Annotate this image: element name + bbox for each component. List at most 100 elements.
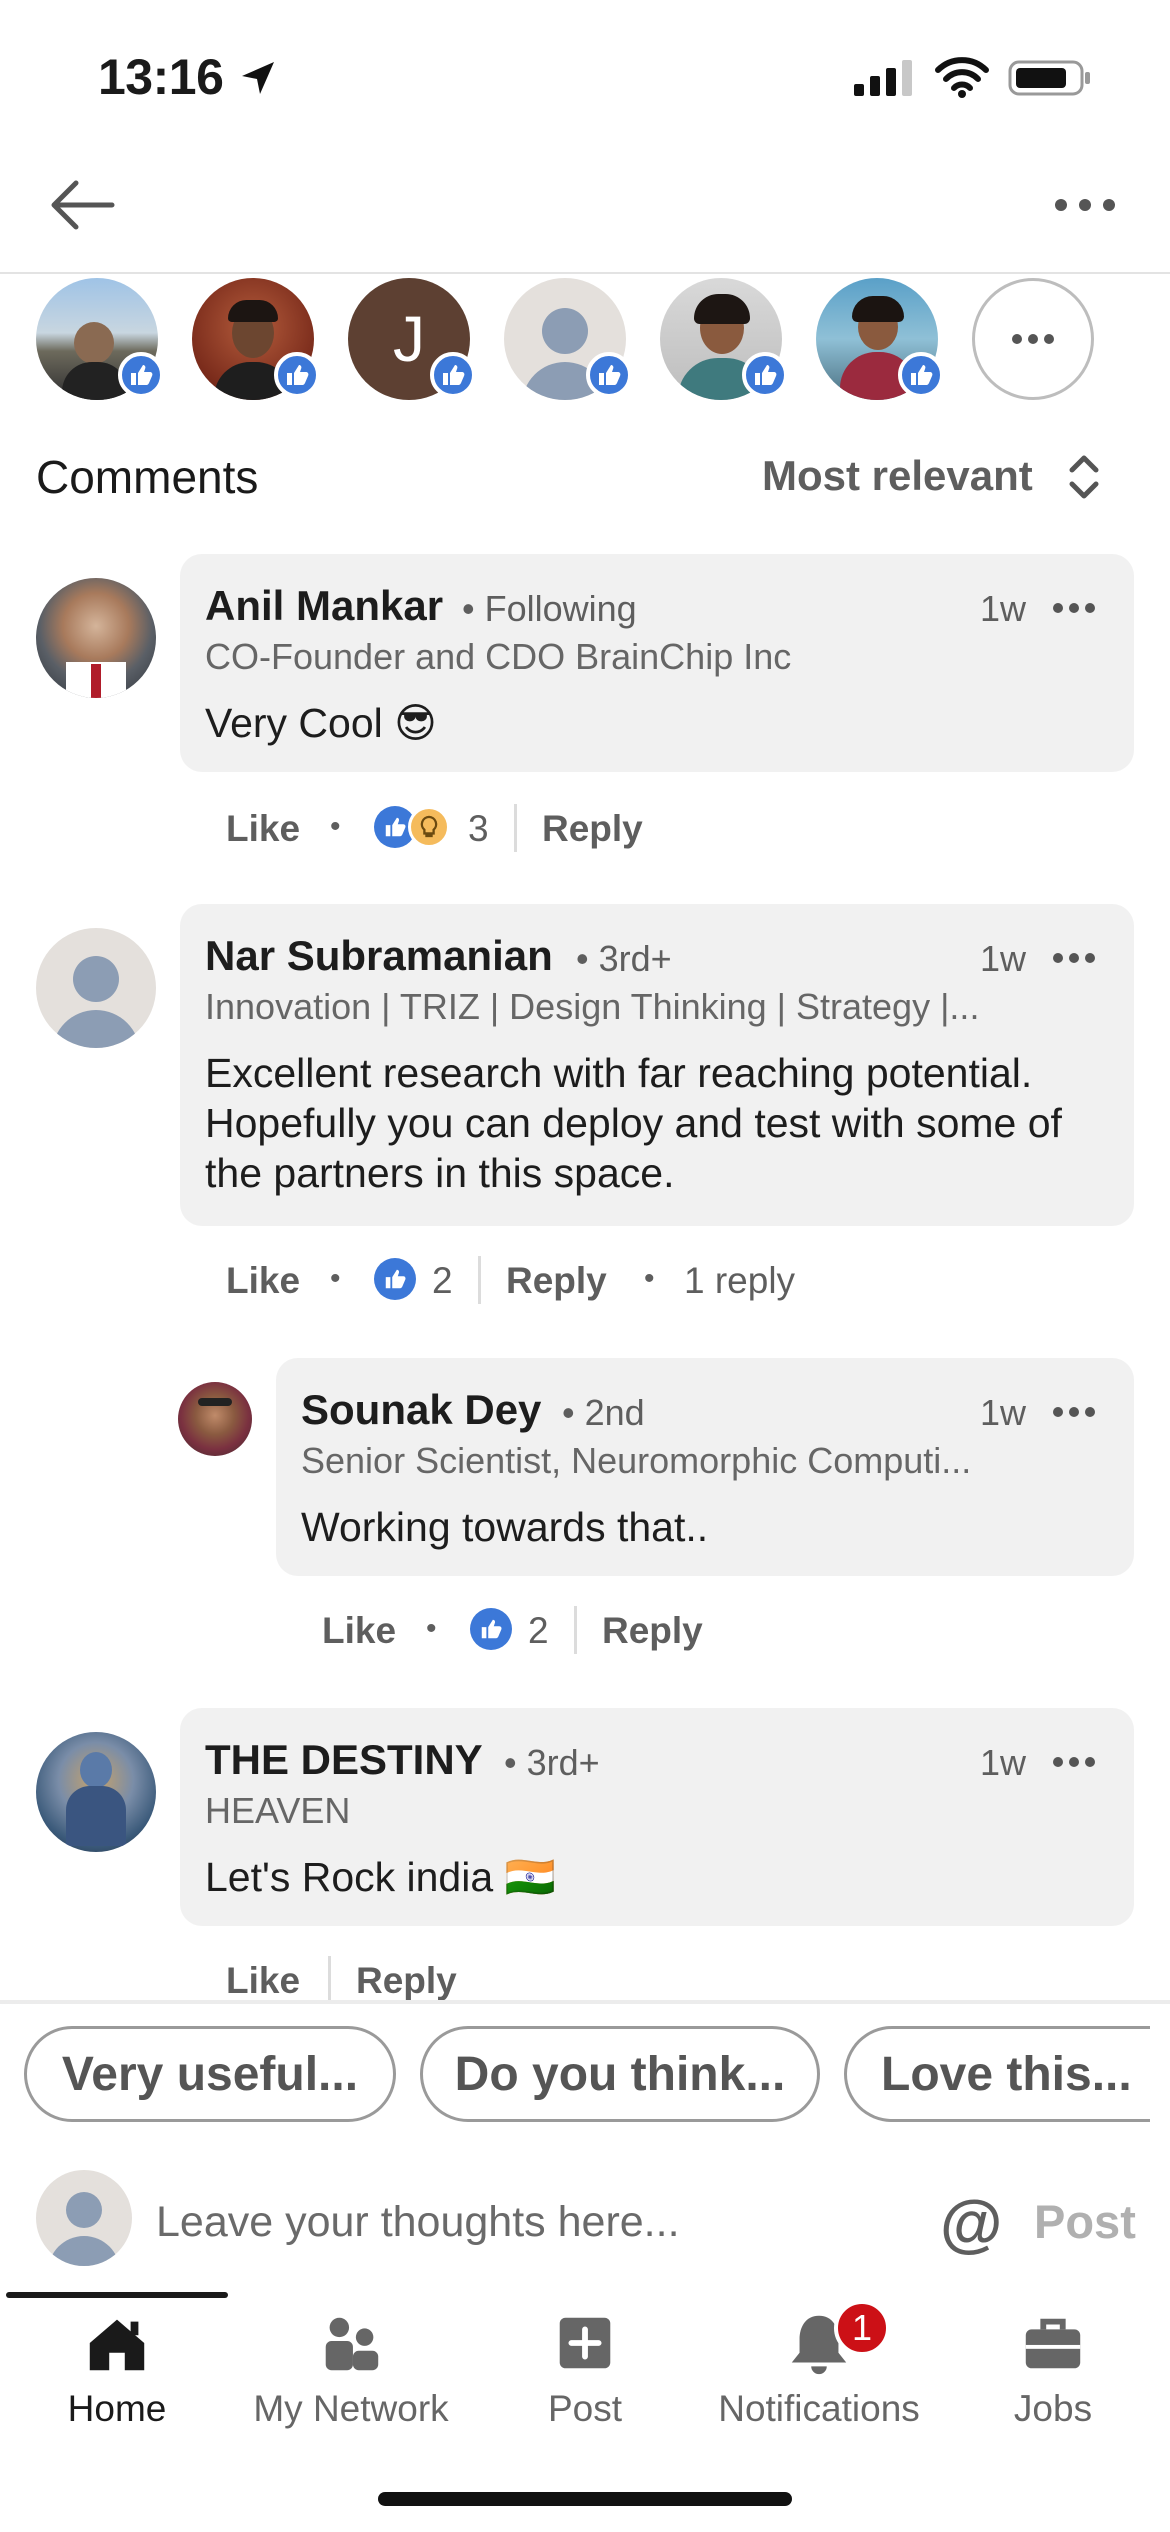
reply-button[interactable]: Reply — [356, 1960, 457, 2002]
reactor-avatar[interactable] — [192, 278, 320, 400]
back-arrow-icon[interactable] — [46, 175, 118, 235]
separator-dot: • — [644, 1262, 655, 1295]
comment-more-icon[interactable] — [1052, 601, 1096, 615]
like-badge-icon — [118, 352, 164, 398]
insightful-reaction-icon — [408, 806, 450, 848]
comments-title: Comments — [36, 451, 259, 503]
commenter-avatar[interactable] — [178, 1382, 252, 1456]
notification-badge: 1 — [834, 2300, 890, 2356]
separator-dot: • — [426, 1612, 437, 1645]
comment-text: Working towards that.. — [301, 1504, 709, 1550]
like-badge-icon — [430, 352, 476, 398]
location-arrow-icon — [242, 62, 274, 94]
suggestion-chip[interactable]: Do you think... — [420, 2026, 820, 2122]
like-reaction-icon — [374, 1258, 416, 1300]
nav-jobs[interactable]: Jobs — [936, 2300, 1170, 2430]
nav-home[interactable]: Home — [0, 2300, 234, 2430]
like-button[interactable]: Like — [226, 808, 300, 850]
comment-time: 1w — [980, 588, 1027, 629]
comment-time: 1w — [980, 1392, 1027, 1433]
header-divider — [0, 272, 1170, 274]
commenter-name[interactable]: THE DESTINY — [205, 1736, 483, 1784]
sort-chevrons-icon[interactable] — [1064, 448, 1104, 506]
comment-more-icon[interactable] — [1052, 1405, 1096, 1419]
comment-text: Very Cool 😎 — [205, 700, 437, 746]
suggestion-chip[interactable]: Love this... — [844, 2026, 1150, 2122]
active-tab-indicator — [6, 2292, 228, 2298]
connection-degree: • Following — [462, 588, 637, 629]
reply-button[interactable]: Reply — [506, 1260, 607, 1302]
comment-time: 1w — [980, 938, 1027, 979]
like-reaction-icon — [470, 1608, 512, 1650]
briefcase-icon — [1025, 2318, 1081, 2369]
home-indicator — [378, 2492, 792, 2506]
nav-label: Jobs — [1013, 2388, 1093, 2429]
replies-link[interactable]: 1 reply — [684, 1260, 795, 1302]
signal-icon — [854, 60, 912, 96]
nav-notifications[interactable]: 1 Notifications — [702, 2300, 936, 2430]
comment-text: Let's Rock india 🇮🇳 — [205, 1854, 556, 1900]
comment-more-icon[interactable] — [1052, 1755, 1096, 1769]
nav-label: My Network — [253, 2388, 449, 2429]
reactor-avatar[interactable] — [504, 278, 632, 400]
reactor-avatar[interactable] — [816, 278, 944, 400]
reactor-avatar[interactable]: J — [348, 278, 476, 400]
reply-button[interactable]: Reply — [602, 1610, 703, 1652]
comment-input[interactable] — [156, 2190, 896, 2254]
like-button[interactable]: Like — [226, 1260, 300, 1302]
avatar-initial: J — [393, 303, 425, 375]
suggestion-chip[interactable]: Very useful... — [24, 2026, 396, 2122]
wifi-icon — [935, 57, 989, 98]
comment-more-icon[interactable] — [1052, 951, 1096, 965]
commenter-avatar[interactable] — [36, 578, 156, 698]
reaction-count[interactable]: 2 — [528, 1610, 549, 1652]
status-time: 13:16 — [98, 49, 224, 105]
sort-dropdown[interactable]: Most relevant — [762, 452, 1033, 500]
action-divider — [574, 1606, 577, 1654]
nav-label: Home — [67, 2388, 167, 2429]
action-divider — [328, 1956, 331, 2004]
commenter-headline: Senior Scientist, Neuromorphic Computi..… — [301, 1440, 972, 1481]
connection-degree: • 3rd+ — [504, 1742, 600, 1783]
post-icon — [559, 2317, 611, 2369]
commenter-headline: Innovation | TRIZ | Design Thinking | St… — [205, 986, 980, 1027]
post-comment-button[interactable]: Post — [1034, 2194, 1136, 2249]
like-button[interactable]: Like — [322, 1610, 396, 1652]
nav-label: Post — [547, 2388, 623, 2429]
mention-button[interactable]: @ — [940, 2186, 1002, 2260]
commenter-name[interactable]: Nar Subramanian — [205, 932, 553, 980]
commenter-name[interactable]: Sounak Dey — [301, 1386, 541, 1434]
more-options-icon[interactable] — [1050, 190, 1120, 220]
reaction-count[interactable]: 3 — [468, 808, 489, 850]
connection-degree: • 3rd+ — [576, 938, 672, 979]
commenter-headline: HEAVEN — [205, 1790, 351, 1831]
action-divider — [514, 804, 517, 852]
connection-degree: • 2nd — [562, 1392, 645, 1433]
nav-label: Notifications — [718, 2388, 920, 2429]
comment-time: 1w — [980, 1742, 1027, 1783]
reply-button[interactable]: Reply — [542, 808, 643, 850]
comment-text: Excellent research with far reaching pot… — [205, 1050, 1062, 1196]
commenter-avatar[interactable] — [36, 1732, 156, 1852]
home-icon — [89, 2319, 145, 2371]
like-button[interactable]: Like — [226, 1960, 300, 2002]
reactor-avatar[interactable] — [660, 278, 788, 400]
network-icon — [325, 2317, 379, 2371]
nav-my-network[interactable]: My Network — [234, 2300, 468, 2430]
like-badge-icon — [742, 352, 788, 398]
commenter-name[interactable]: Anil Mankar — [205, 582, 443, 630]
composer-divider — [0, 2000, 1170, 2004]
reactor-avatar[interactable] — [36, 278, 164, 400]
more-icon — [1012, 334, 1054, 344]
separator-dot: • — [330, 810, 341, 843]
separator-dot: • — [330, 1262, 341, 1295]
like-badge-icon — [898, 352, 944, 398]
commenter-avatar[interactable] — [36, 928, 156, 1048]
action-divider — [478, 1256, 481, 1304]
commenter-headline: CO-Founder and CDO BrainChip Inc — [205, 636, 792, 677]
more-reactors-button[interactable] — [972, 278, 1094, 400]
nav-post[interactable]: Post — [468, 2300, 702, 2430]
user-avatar — [36, 2170, 132, 2266]
reaction-count[interactable]: 2 — [432, 1260, 453, 1302]
like-badge-icon — [274, 352, 320, 398]
